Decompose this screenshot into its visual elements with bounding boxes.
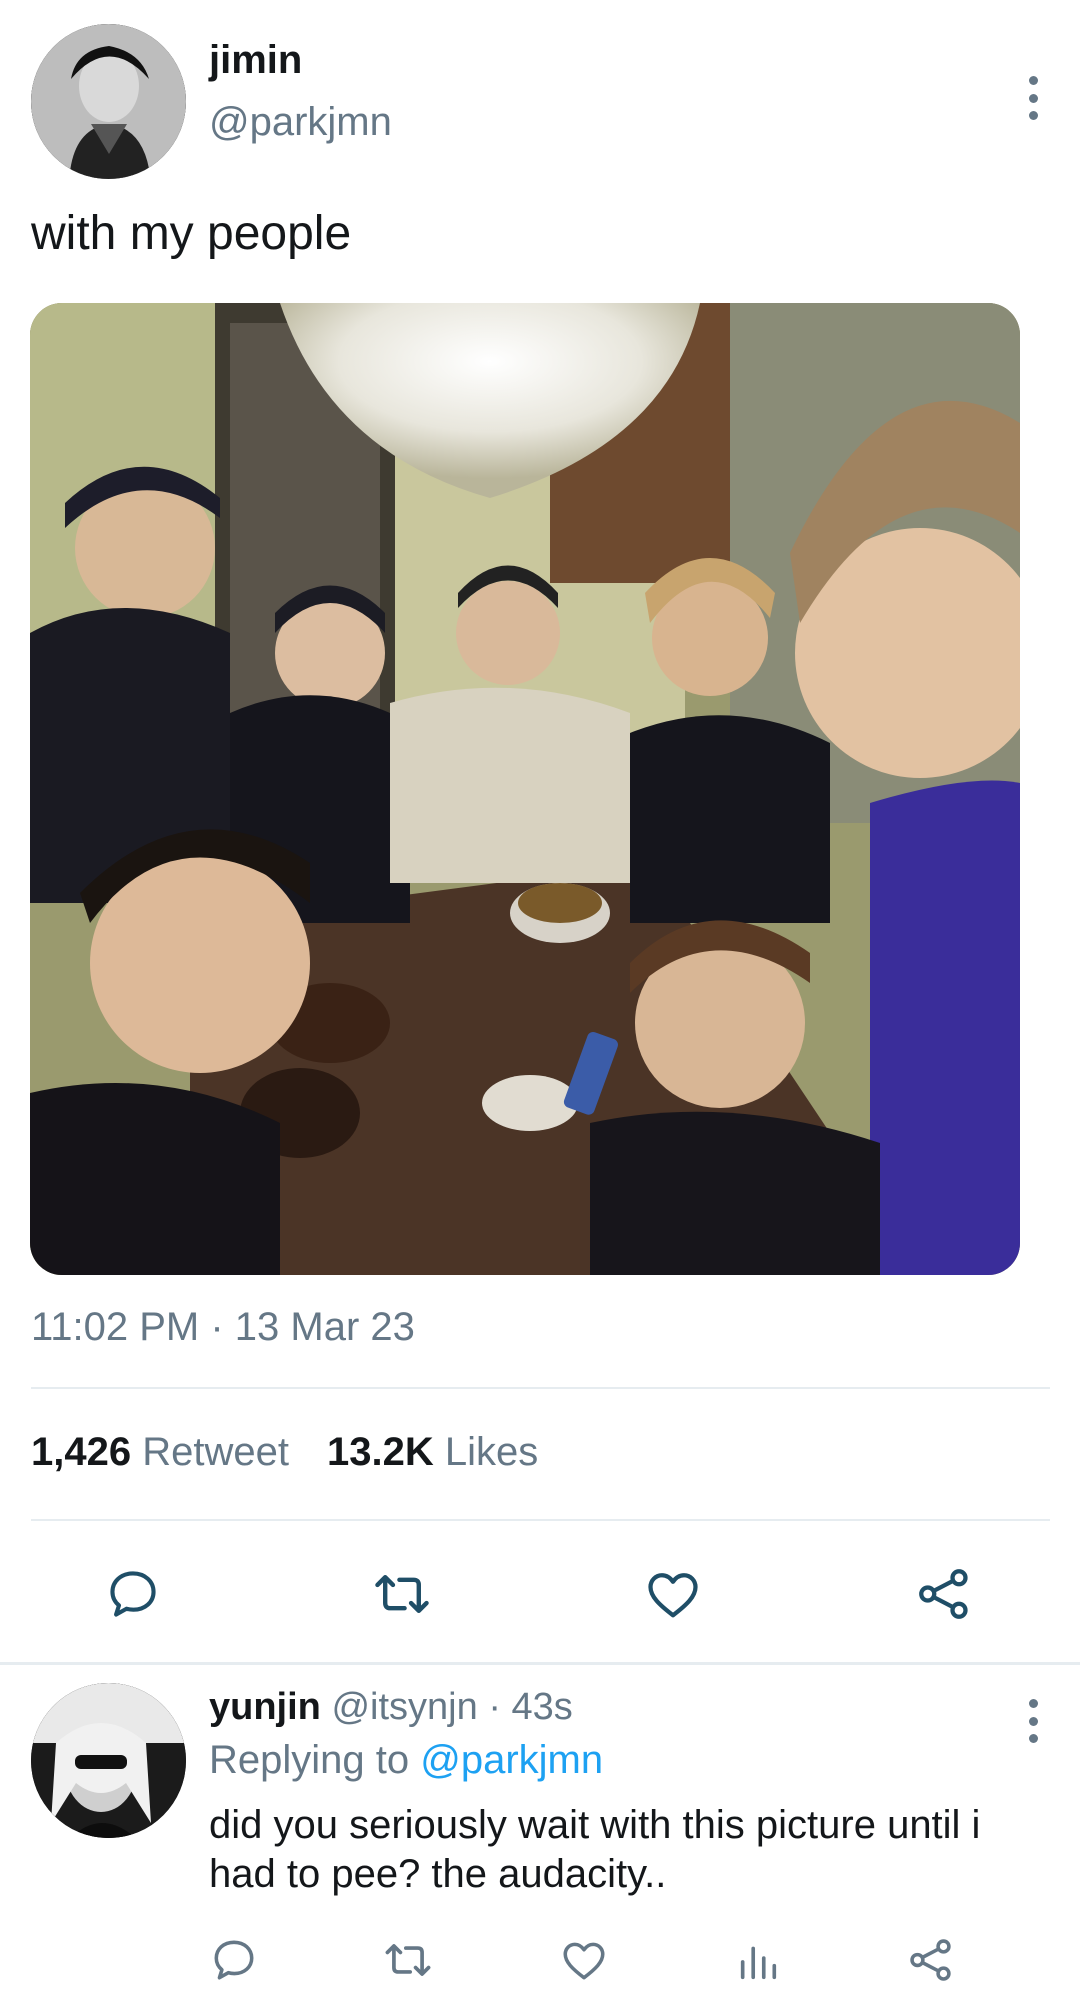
divider [31, 1519, 1050, 1521]
share-icon [910, 1939, 951, 1981]
reply-icon [214, 1940, 254, 1980]
reply-reply-button[interactable] [206, 1932, 262, 1988]
like-icon [563, 1942, 605, 1980]
reply-button[interactable] [101, 1562, 165, 1626]
likes-stat[interactable]: 13.2K Likes [327, 1430, 538, 1475]
share-icon [919, 1569, 968, 1619]
reply-text: did you seriously wait with this picture… [209, 1803, 981, 1896]
reply-like-button[interactable] [556, 1932, 612, 1988]
tweet-text: with my people [31, 207, 352, 260]
share-button[interactable] [912, 1562, 976, 1626]
reply-author-avatar[interactable] [31, 1683, 186, 1838]
reply-author-name[interactable]: yunjin [209, 1686, 321, 1728]
retweet-button[interactable] [370, 1562, 434, 1626]
retweets-count: 1,426 [31, 1430, 132, 1474]
tweet-timestamp[interactable]: 11:02 PM · 13 Mar 23 [31, 1305, 415, 1350]
reply-author-handle[interactable]: @itsynjn [331, 1686, 477, 1728]
reply-header: yunjin @itsynjn · 43s [209, 1686, 573, 1729]
retweets-label: Retweet [142, 1430, 289, 1474]
reply-retweet-button[interactable] [380, 1932, 436, 1988]
retweet-icon [385, 1944, 431, 1976]
tweet-stats: 1,426 Retweet 13.2K Likes [31, 1430, 538, 1475]
reply-icon [110, 1571, 156, 1617]
tweet-header: jimin @parkjmn [31, 24, 1051, 184]
replying-to-label: Replying to [209, 1738, 410, 1782]
retweets-stat[interactable]: 1,426 Retweet [31, 1430, 289, 1475]
like-icon [648, 1573, 698, 1618]
retweet-icon [375, 1575, 429, 1613]
author-handle[interactable]: @parkjmn [209, 100, 392, 145]
divider [31, 1387, 1050, 1389]
replying-to-mention[interactable]: @parkjmn [420, 1738, 603, 1782]
likes-label: Likes [444, 1430, 539, 1474]
author-name[interactable]: jimin [209, 38, 302, 83]
analytics-icon [740, 1946, 777, 1980]
reply-analytics-button[interactable] [730, 1932, 786, 1988]
reply-time[interactable]: · 43s [488, 1686, 572, 1728]
like-button[interactable] [641, 1562, 705, 1626]
reply-more-options-icon[interactable] [1018, 1691, 1048, 1751]
reply-share-button[interactable] [903, 1932, 959, 1988]
divider [0, 1662, 1080, 1665]
replying-to: Replying to @parkjmn [209, 1738, 603, 1783]
more-options-icon[interactable] [1018, 68, 1048, 128]
author-avatar[interactable] [31, 24, 186, 179]
tweet-photo[interactable] [30, 303, 1020, 1275]
likes-count: 13.2K [326, 1430, 434, 1474]
